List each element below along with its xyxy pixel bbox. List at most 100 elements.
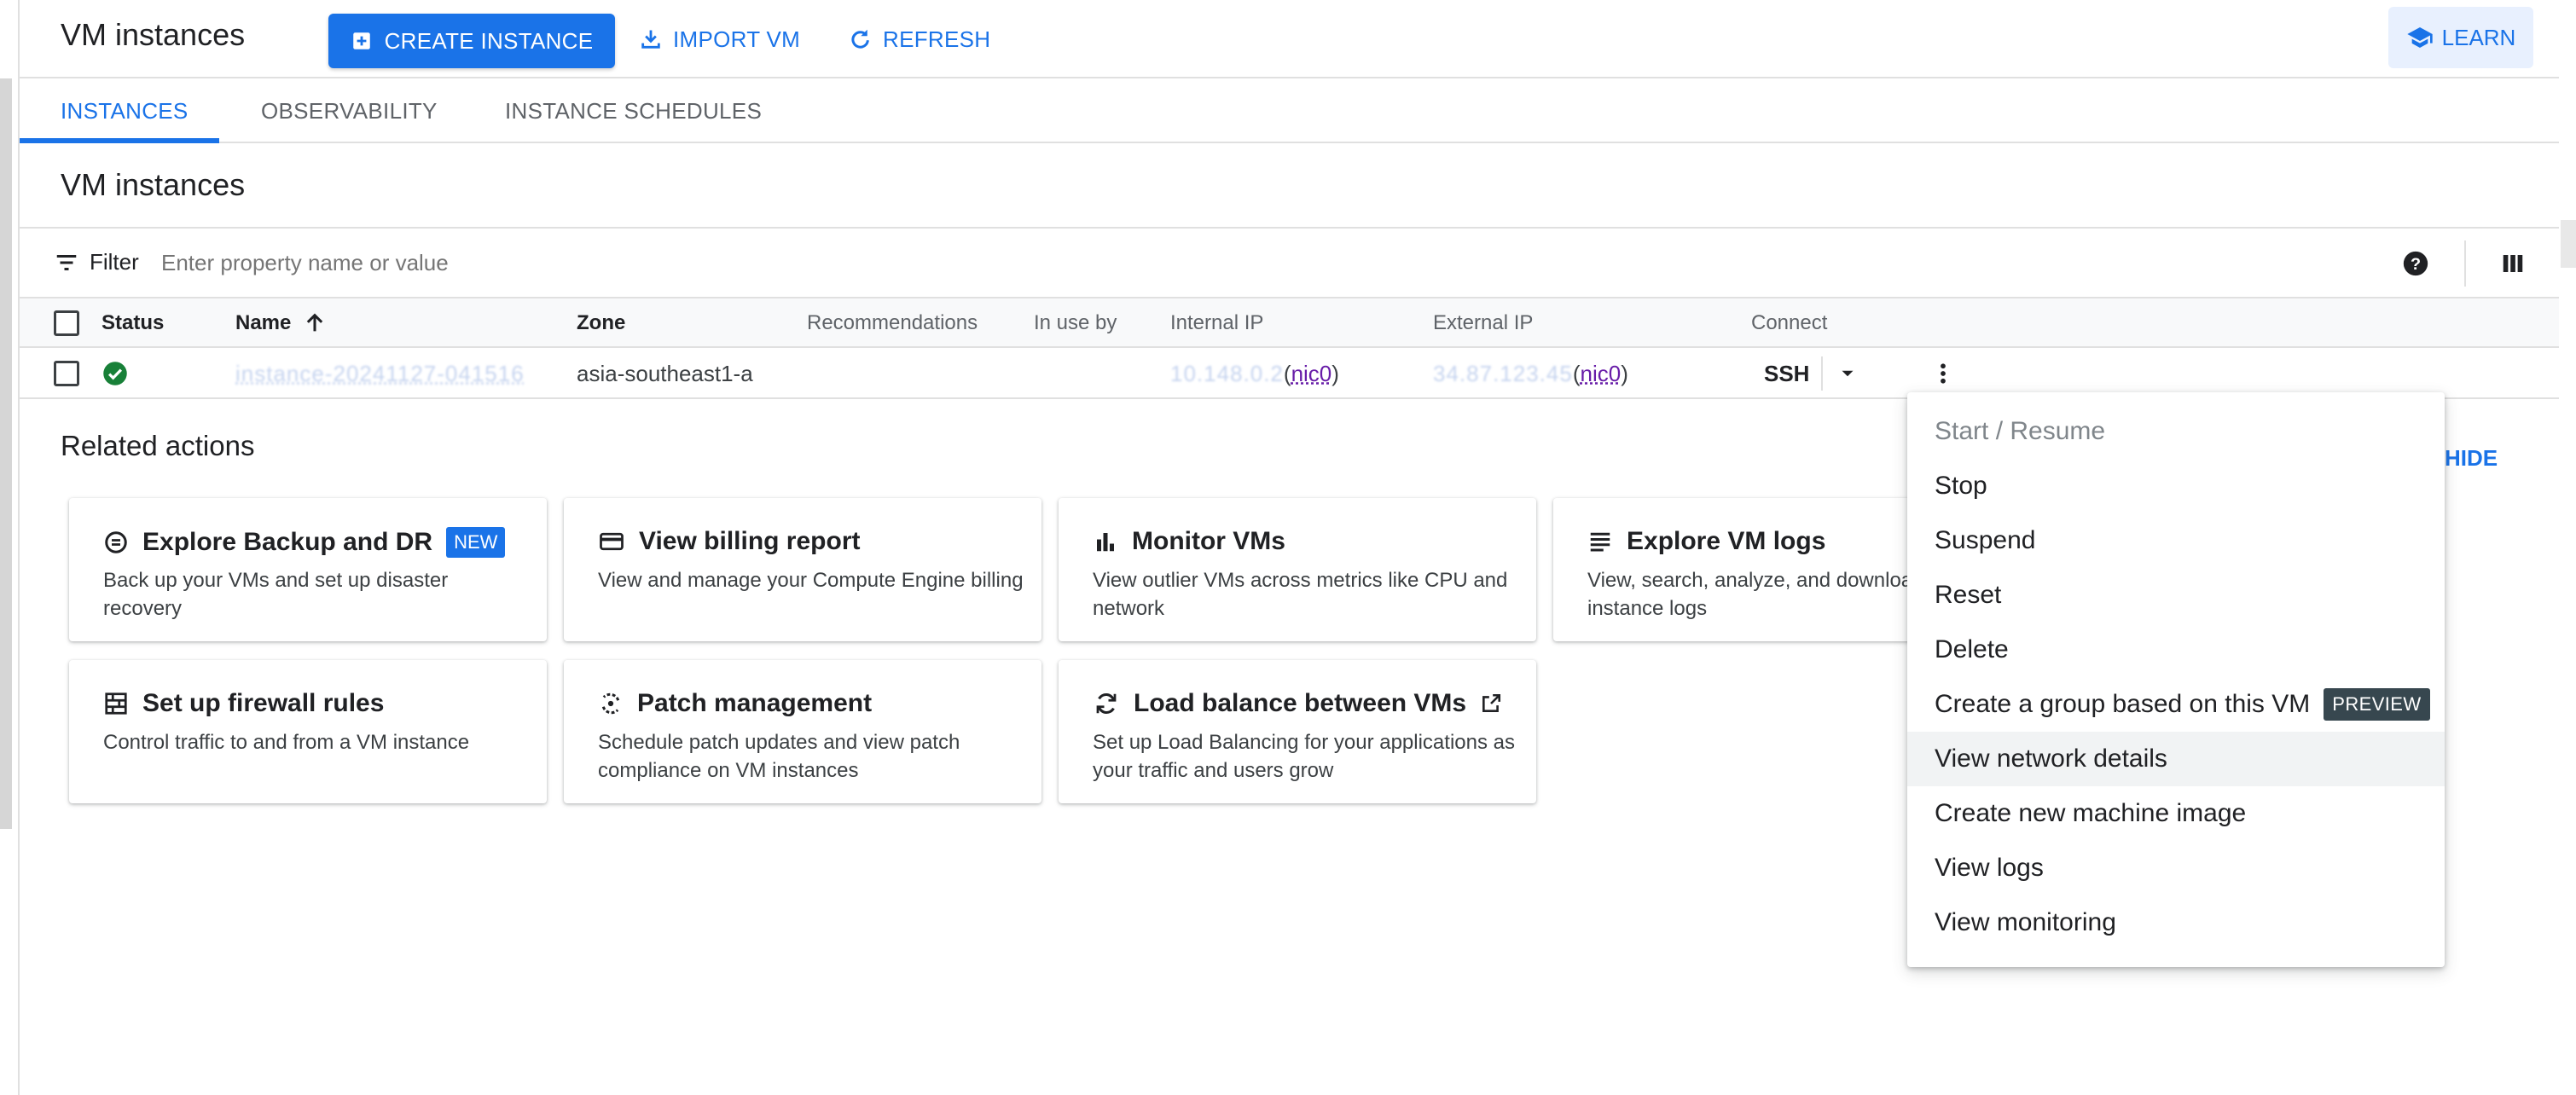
card-monitor-vms[interactable]: Monitor VMs View outlier VMs across metr…	[1059, 498, 1536, 641]
card-description: View, search, analyze, and download VM i…	[1587, 569, 1912, 620]
menu-item-reset[interactable]: Reset	[1907, 568, 2445, 623]
create-instance-label: CREATE INSTANCE	[384, 27, 594, 54]
preview-badge: PREVIEW	[2324, 688, 2430, 721]
ssh-dropdown-button[interactable]	[1836, 348, 1859, 399]
menu-item-stop[interactable]: Stop	[1907, 459, 2445, 513]
column-name-label: Name	[235, 311, 292, 334]
card-description: Set up Load Balancing for your applicati…	[1093, 731, 1515, 782]
tab-observability[interactable]: OBSERVABILITY	[261, 78, 438, 143]
card-firewall-rules[interactable]: Set up firewall rules Control traffic to…	[69, 660, 547, 803]
card-load-balance[interactable]: Load balance between VMs Set up Load Bal…	[1059, 660, 1536, 803]
menu-item-suspend[interactable]: Suspend	[1907, 513, 2445, 568]
left-rail	[0, 0, 20, 1095]
add-box-icon	[352, 32, 370, 49]
internal-nic-paren-open: (	[1283, 360, 1291, 386]
bar-chart-icon	[1097, 533, 1114, 552]
header-toolbar: VM instances CREATE INSTANCE IMPORT VM R…	[20, 0, 2559, 78]
instance-zone: asia-southeast1-a	[577, 360, 753, 386]
column-internal-ip[interactable]: Internal IP	[1170, 298, 1263, 348]
card-description: Control traffic to and from a VM instanc…	[103, 731, 470, 754]
menu-item-view-logs[interactable]: View logs	[1907, 841, 2445, 895]
school-icon	[2406, 27, 2433, 48]
learn-button[interactable]: LEARN	[2388, 7, 2533, 68]
column-name[interactable]: Name	[235, 298, 327, 348]
check-circle-icon	[103, 362, 127, 385]
card-header: Explore VM logs	[1587, 527, 1825, 556]
help-icon: ?	[2403, 251, 2428, 276]
card-header: Set up firewall rules	[103, 689, 384, 718]
tab-instance-schedules[interactable]: INSTANCE SCHEDULES	[505, 78, 762, 143]
card-description: View outlier VMs across metrics like CPU…	[1093, 569, 1508, 620]
row-checkbox[interactable]	[54, 348, 79, 399]
toolbar-divider	[2464, 240, 2466, 287]
filter-button[interactable]: Filter	[54, 249, 139, 275]
external-nic-link[interactable]: nic0	[1580, 361, 1621, 387]
card-view-billing[interactable]: View billing report View and manage your…	[564, 498, 1041, 641]
menu-item-view-monitoring[interactable]: View monitoring	[1907, 895, 2445, 950]
tab-instances[interactable]: INSTANCES	[61, 78, 189, 143]
open-in-new-icon	[1482, 693, 1501, 712]
menu-item-view-network-details[interactable]: View network details	[1907, 732, 2445, 786]
left-scrollbar[interactable]	[0, 78, 12, 829]
instance-name-link[interactable]: instance-20241127-041516	[235, 348, 525, 399]
card-title: Monitor VMs	[1132, 527, 1285, 555]
card-title: Explore Backup and DR	[142, 528, 433, 556]
external-nic-paren-close: )	[1621, 360, 1628, 386]
card-title: Explore VM logs	[1627, 527, 1826, 555]
refresh-label: REFRESH	[883, 26, 991, 52]
card-explore-backup[interactable]: Explore Backup and DR NEW Back up your V…	[69, 498, 547, 641]
column-external-ip[interactable]: External IP	[1433, 298, 1533, 348]
arrow-drop-down-icon	[1842, 370, 1854, 377]
filter-bar: Filter ?	[20, 227, 2559, 298]
create-instance-button[interactable]: CREATE INSTANCE	[328, 14, 615, 68]
table-row[interactable]: instance-20241127-041516 asia-southeast1…	[20, 348, 2559, 399]
hide-related-button[interactable]: HIDE	[2445, 445, 2498, 472]
internal-nic-link[interactable]: nic0	[1291, 361, 1332, 387]
filter-list-icon	[56, 254, 77, 270]
page-title: VM instances	[61, 17, 246, 52]
column-display-icon	[2503, 255, 2523, 272]
column-recommendations[interactable]: Recommendations	[807, 298, 978, 348]
column-connect[interactable]: Connect	[1751, 298, 1827, 348]
internal-ip: 10.148.0.2	[1170, 360, 1284, 386]
column-status[interactable]: Status	[102, 298, 164, 348]
sort-ascending-icon	[307, 313, 323, 332]
card-header: Monitor VMs	[1093, 527, 1285, 556]
card-header: Explore Backup and DR NEW	[103, 527, 506, 558]
card-title: Patch management	[637, 689, 873, 717]
credit-card-icon	[600, 532, 624, 551]
help-button[interactable]: ?	[2394, 242, 2437, 285]
firewall-icon	[105, 692, 127, 715]
svg-text:?: ?	[2411, 255, 2421, 274]
menu-item-create-machine-image[interactable]: Create new machine image	[1907, 786, 2445, 841]
refresh-button[interactable]: REFRESH	[847, 14, 990, 65]
status-running	[102, 348, 128, 399]
import-vm-button[interactable]: IMPORT VM	[639, 14, 800, 65]
filter-input[interactable]	[161, 244, 1441, 281]
menu-item-create-group[interactable]: Create a group based on this VM PREVIEW	[1907, 677, 2445, 732]
card-title: Set up firewall rules	[142, 689, 385, 717]
select-all-checkbox[interactable]	[54, 298, 79, 348]
card-description: View and manage your Compute Engine bill…	[598, 569, 1024, 592]
logs-icon	[1590, 532, 1610, 552]
right-scrollbar[interactable]	[2561, 220, 2576, 268]
card-header: View billing report	[598, 527, 860, 556]
column-in-use-by[interactable]: In use by	[1034, 298, 1117, 348]
external-ip-cell: 34.87.123.45 (nic0)	[1433, 348, 1628, 399]
load-balance-icon	[1096, 692, 1117, 715]
table-header: Status Name Zone Recommendations In use …	[20, 298, 2559, 348]
ssh-button[interactable]: SSH	[1764, 348, 1809, 399]
ssh-divider	[1821, 356, 1823, 391]
card-explore-vm-logs[interactable]: Explore VM logs View, search, analyze, a…	[1553, 498, 1912, 641]
internal-nic-paren-close: )	[1332, 360, 1339, 386]
hide-label: HIDE	[2445, 445, 2498, 471]
column-zone[interactable]: Zone	[577, 298, 625, 348]
card-description: Schedule patch updates and view patch co…	[598, 731, 960, 782]
internal-ip-cell: 10.148.0.2 (nic0)	[1170, 348, 1339, 399]
column-display-button[interactable]	[2492, 242, 2534, 285]
card-patch-management[interactable]: Patch management Schedule patch updates …	[564, 660, 1041, 803]
card-header: Patch management	[598, 689, 872, 718]
patch-icon	[601, 692, 620, 715]
row-actions-button[interactable]	[1930, 348, 1956, 399]
menu-item-delete[interactable]: Delete	[1907, 623, 2445, 677]
